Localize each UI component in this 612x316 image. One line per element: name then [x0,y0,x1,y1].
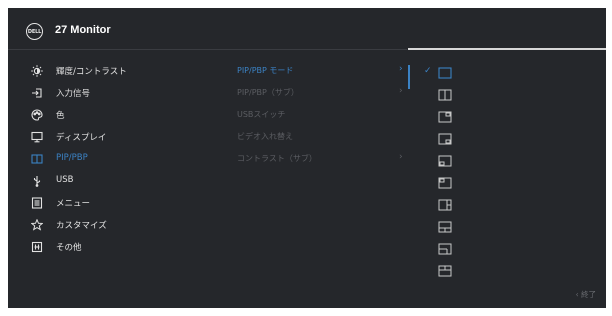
color-palette-icon [30,108,44,122]
submenu-usb-switch[interactable]: USBスイッチ [237,106,409,124]
menu-item-others[interactable]: その他 [8,238,208,256]
layout-option-off[interactable]: ✓ [422,66,456,82]
chevron-right-icon: › [399,152,403,162]
menu-item-menu[interactable]: メニュー [8,194,208,212]
layout-pbp-split-icon [438,89,452,101]
layout-pbp-right-icon [438,243,452,255]
layout-option-pbp-large-left[interactable] [422,198,456,214]
star-icon [30,218,44,232]
menu-item-label: PIP/PBP [56,153,88,163]
osd-header: DELL 27 Monitor [8,8,606,48]
layout-option-pbp-right[interactable] [422,242,456,258]
usb-icon [30,174,44,188]
submenu-label: USBスイッチ [237,110,286,119]
layout-option-pip-top-right[interactable] [422,110,456,126]
menu-item-customize[interactable]: カスタマイズ [8,216,208,234]
others-icon [30,240,44,254]
submenu-video-swap[interactable]: ビデオ入れ替え [237,128,409,146]
menu-item-display[interactable]: ディスプレイ [8,128,208,146]
check-icon: ✓ [424,66,432,76]
input-source-icon [30,86,44,100]
layout-pbp-large-left-icon [438,199,452,211]
layout-pip-bottom-right-icon [438,133,452,145]
layout-pbp-bottom-icon [438,221,452,233]
layout-pip-top-left-icon [438,177,452,189]
submenu-label: コントラスト（サブ） [237,154,317,163]
layout-pip-top-right-icon [438,111,452,123]
layout-option-pbp-split[interactable] [422,88,456,104]
menu-item-label: メニュー [56,199,91,209]
submenu-pip-pbp-mode[interactable]: PIP/PBP モード › [237,62,409,80]
monitor-title: 27 Monitor [55,24,111,36]
submenu-pip-pbp-sub[interactable]: PIP/PBP（サブ） › [237,84,409,102]
menu-item-label: 色 [56,111,65,121]
layout-off-icon [438,67,452,79]
layout-option-pbp-top[interactable] [422,264,456,280]
brightness-icon [30,64,44,78]
layout-option-pip-bottom-left[interactable] [422,154,456,170]
layout-option-pip-bottom-right[interactable] [422,132,456,148]
selection-indicator [408,65,410,89]
submenu-contrast-sub[interactable]: コントラスト（サブ） › [237,150,409,168]
menu-item-brightness-contrast[interactable]: 輝度/コントラスト [8,62,208,80]
osd-panel: DELL 27 Monitor 輝度/コントラスト 入力信号 色 ディスプレイ … [8,8,606,308]
header-divider-highlight [408,48,606,50]
layout-pip-bottom-left-icon [438,155,452,167]
menu-item-label: カスタマイズ [56,221,107,231]
submenu-label: PIP/PBP モード [237,66,294,75]
header-divider [8,49,407,50]
display-icon [30,130,44,144]
menu-icon [30,196,44,210]
pip-pbp-icon [30,152,44,166]
layout-option-pbp-bottom[interactable] [422,220,456,236]
menu-item-input-source[interactable]: 入力信号 [8,84,208,102]
menu-item-label: その他 [56,243,82,253]
menu-item-usb[interactable]: USB [8,172,208,190]
layout-pbp-top-icon [438,265,452,277]
menu-item-label: 入力信号 [56,89,91,99]
exit-button[interactable]: ‹ 終了 [576,289,596,300]
chevron-right-icon: › [399,64,403,74]
menu-item-label: ディスプレイ [56,133,107,143]
submenu-label: ビデオ入れ替え [237,132,293,141]
dell-logo: DELL [26,23,43,40]
menu-item-color[interactable]: 色 [8,106,208,124]
submenu-label: PIP/PBP（サブ） [237,88,299,97]
menu-item-label: 輝度/コントラスト [56,67,127,77]
menu-item-label: USB [56,175,74,185]
chevron-right-icon: › [399,86,403,96]
layout-option-pip-top-left[interactable] [422,176,456,192]
menu-item-pip-pbp[interactable]: PIP/PBP [8,150,208,168]
